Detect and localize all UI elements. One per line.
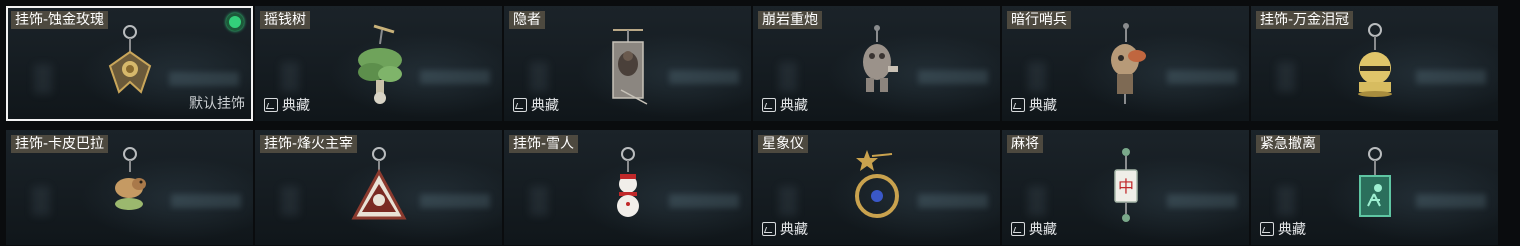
card-background-light — [32, 186, 50, 216]
charm-name-label: 挂饰-雪人 — [509, 135, 579, 153]
card-background-light — [1416, 70, 1486, 84]
card-background-light — [420, 70, 490, 84]
card-background-light — [281, 62, 299, 92]
card-background-light — [530, 186, 548, 216]
charm-name-label: 挂饰-烽火主宰 — [260, 135, 358, 153]
collection-badge: 典藏 — [513, 95, 559, 115]
snowman-charm-icon — [593, 144, 663, 234]
golden-rose-charm-icon — [95, 22, 165, 112]
collection-label: 典藏 — [1029, 98, 1057, 114]
collection-label: 典藏 — [780, 222, 808, 238]
svg-text:中: 中 — [1117, 177, 1133, 196]
astrolabe-charm-icon — [842, 144, 912, 234]
charm-card[interactable]: 星象仪典藏 — [753, 130, 1000, 245]
card-background-light — [1167, 194, 1237, 208]
card-background-light — [171, 194, 241, 208]
collection-icon — [762, 98, 776, 112]
collection-icon — [762, 222, 776, 236]
equipped-indicator-icon — [226, 13, 244, 31]
card-background-light — [1167, 70, 1237, 84]
charm-name-label: 紧急撤离 — [1256, 135, 1320, 153]
charm-card[interactable]: 挂饰-烽火主宰 — [255, 130, 502, 245]
collection-label: 典藏 — [1278, 222, 1306, 238]
charm-grid: 挂饰-蚀金玫瑰 默认挂饰 摇钱树 典藏 隐者 典藏 崩岩重炮 典藏 暗行哨兵 典藏 挂饰-万金泪冠挂… — [0, 0, 1520, 246]
charm-name-label: 暗行哨兵 — [1007, 11, 1071, 29]
collection-label: 典藏 — [282, 98, 310, 114]
collection-badge: 典藏 — [264, 95, 310, 115]
card-background-light — [1277, 186, 1295, 216]
collection-icon — [1011, 222, 1025, 236]
card-background-light — [420, 194, 490, 208]
card-background-light — [779, 62, 797, 92]
collection-icon — [264, 98, 278, 112]
card-background-light — [1277, 62, 1295, 92]
hermit-charm-icon — [593, 20, 663, 110]
charm-name-label: 挂饰-蚀金玫瑰 — [11, 11, 109, 29]
default-charm-label: 默认挂饰 — [189, 96, 245, 112]
collection-badge: 典藏 — [762, 219, 808, 239]
charm-card[interactable]: 暗行哨兵典藏 — [1002, 6, 1249, 121]
collection-icon — [513, 98, 527, 112]
card-background-light — [530, 62, 548, 92]
money-tree-charm-icon — [344, 20, 414, 110]
mahjong-tile-charm-icon: 中 — [1091, 144, 1161, 234]
card-background-light — [918, 70, 988, 84]
charm-card[interactable]: 挂饰-卡皮巴拉 — [6, 130, 253, 245]
card-background-light — [169, 72, 239, 86]
collection-label: 典藏 — [1029, 222, 1057, 238]
rock-cannon-charm-icon — [842, 20, 912, 110]
card-background-light — [1416, 194, 1486, 208]
charm-card[interactable]: 隐者典藏 — [504, 6, 751, 121]
collection-label: 典藏 — [780, 98, 808, 114]
charm-name-label: 隐者 — [509, 11, 545, 29]
charm-card[interactable]: 挂饰-雪人 — [504, 130, 751, 245]
charm-name-label: 星象仪 — [758, 135, 808, 153]
collection-icon — [1011, 98, 1025, 112]
collection-badge: 典藏 — [1260, 219, 1306, 239]
charm-card[interactable]: 紧急撤离典藏 — [1251, 130, 1498, 245]
charm-name-label: 麻将 — [1007, 135, 1043, 153]
card-background-light — [1028, 62, 1046, 92]
charm-name-label: 挂饰-卡皮巴拉 — [11, 135, 109, 153]
golden-crown-charm-icon — [1340, 20, 1410, 110]
collection-badge: 典藏 — [1011, 219, 1057, 239]
card-background-light — [34, 64, 52, 94]
card-background-light — [779, 186, 797, 216]
card-background-light — [1028, 186, 1046, 216]
card-background-light — [669, 194, 739, 208]
capybara-charm-icon — [95, 144, 165, 234]
collection-icon — [1260, 222, 1274, 236]
collection-badge: 典藏 — [762, 95, 808, 115]
collection-badge: 典藏 — [1011, 95, 1057, 115]
card-background-light — [918, 194, 988, 208]
collection-label: 典藏 — [531, 98, 559, 114]
charm-name-label: 崩岩重炮 — [758, 11, 822, 29]
charm-card[interactable]: 挂饰-万金泪冠 — [1251, 6, 1498, 121]
card-background-light — [281, 186, 299, 216]
shadow-sentinel-charm-icon — [1091, 20, 1161, 110]
charm-card[interactable]: 摇钱树典藏 — [255, 6, 502, 121]
emergency-exit-charm-icon — [1340, 144, 1410, 234]
triangle-emblem-charm-icon — [344, 144, 414, 234]
charm-card[interactable]: 崩岩重炮典藏 — [753, 6, 1000, 121]
charm-name-label: 挂饰-万金泪冠 — [1256, 11, 1354, 29]
charm-card[interactable]: 挂饰-蚀金玫瑰默认挂饰 — [6, 6, 253, 121]
charm-card[interactable]: 中 麻将典藏 — [1002, 130, 1249, 245]
card-background-light — [669, 70, 739, 84]
charm-name-label: 摇钱树 — [260, 11, 310, 29]
